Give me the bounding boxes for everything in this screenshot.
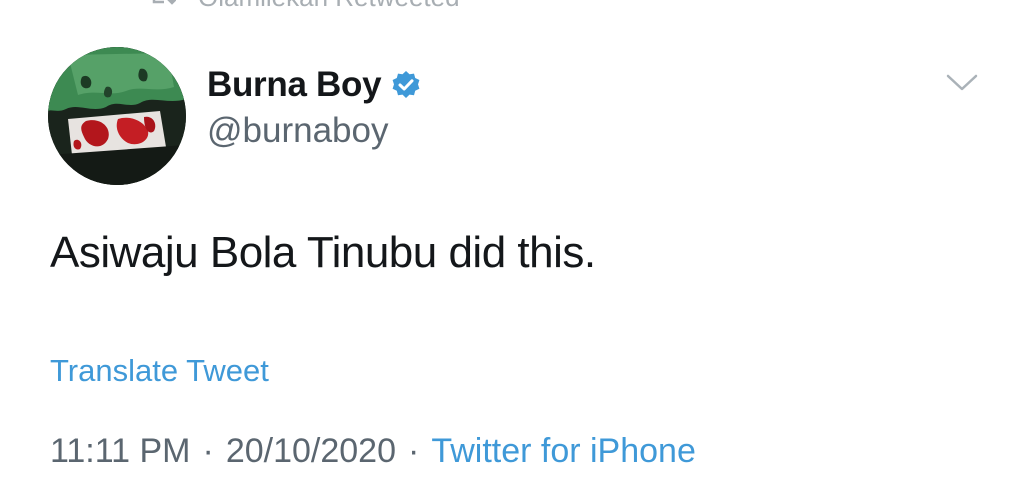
avatar[interactable] [48, 47, 186, 185]
author-name-row[interactable]: Burna Boy [207, 62, 421, 108]
avatar-image [48, 47, 186, 185]
separator: · [202, 432, 214, 470]
retweet-icon [152, 0, 176, 5]
translate-tweet-link[interactable]: Translate Tweet [50, 353, 269, 389]
tweet-metadata: 11:11 PM · 20/10/2020 · Twitter for iPho… [50, 432, 696, 471]
tweet-text: Asiwaju Bola Tinubu did this. [50, 228, 596, 277]
chevron-down-icon[interactable] [944, 70, 980, 96]
retweet-context-text: Olamilekan Retweeted [198, 0, 460, 13]
retweet-context: Olamilekan Retweeted [150, 0, 460, 12]
author-display-name[interactable]: Burna Boy [207, 65, 382, 105]
tweet-time: 11:11 PM [50, 432, 191, 470]
tweet-detail: Olamilekan Retweeted Burna Boy [0, 0, 1024, 504]
tweet-date: 20/10/2020 [225, 432, 396, 470]
author-handle[interactable]: @burnaboy [207, 111, 388, 151]
tweet-source-link[interactable]: Twitter for iPhone [431, 432, 696, 471]
separator: · [407, 432, 420, 470]
verified-badge-icon [392, 71, 420, 98]
